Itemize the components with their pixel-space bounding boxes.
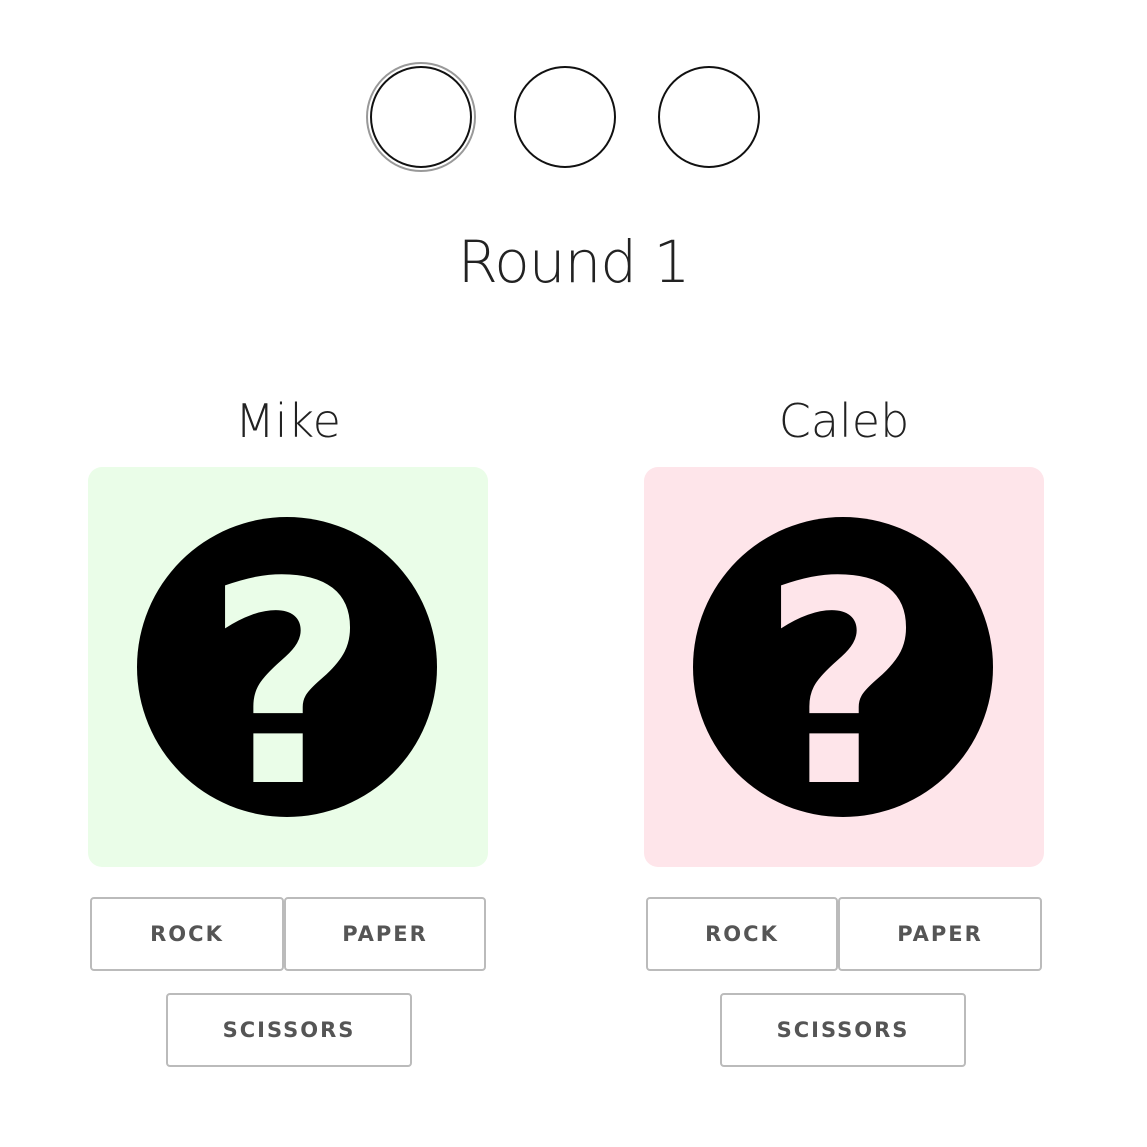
svg-text:?: ? (762, 523, 924, 817)
choice-card: ? (88, 467, 488, 867)
round-indicator (0, 66, 1147, 172)
paper-button[interactable]: PAPER (838, 897, 1042, 971)
choice-card: ? (644, 467, 1044, 867)
round-title: Round 1 (457, 228, 691, 296)
player-panel-2: Caleb ? ROCK PAPER SCISSORS (644, 392, 1044, 1067)
round-dot-3 (658, 66, 760, 168)
round-dot-1 (370, 66, 472, 168)
question-mark-icon: ? (693, 517, 993, 817)
scissors-button[interactable]: SCISSORS (720, 993, 966, 1067)
question-mark-icon: ? (137, 517, 437, 817)
rock-button[interactable]: ROCK (646, 897, 838, 971)
rock-button[interactable]: ROCK (90, 897, 284, 971)
player-panel-1: Mike ? ROCK PAPER SCISSORS (88, 392, 488, 1067)
round-dot-2 (514, 66, 616, 168)
player-name: Mike (235, 394, 341, 448)
svg-text:?: ? (206, 523, 368, 817)
player-name: Caleb (778, 394, 910, 448)
paper-button[interactable]: PAPER (284, 897, 486, 971)
scissors-button[interactable]: SCISSORS (166, 993, 412, 1067)
